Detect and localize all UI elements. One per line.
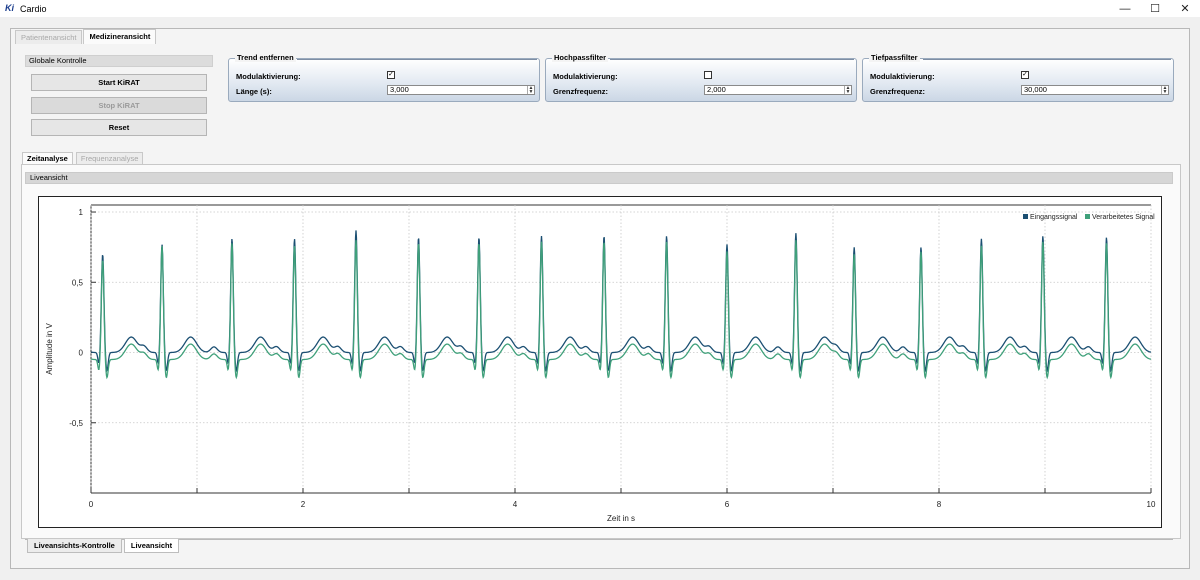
live-view-header: Liveansicht	[25, 172, 1173, 184]
x-tick-label: 10	[1147, 500, 1156, 509]
minimize-button[interactable]: —	[1110, 0, 1140, 17]
lowpass-cutoff-spinbox[interactable]: 30,000 ▲ ▼	[1021, 85, 1169, 95]
legend-label: Eingangssignal	[1030, 214, 1078, 221]
trend-length-value: 3,000	[390, 85, 409, 94]
highpass-cutoff-value: 2,000	[707, 85, 726, 94]
x-tick-label: 4	[513, 500, 518, 509]
y-tick-label: 0,5	[72, 278, 84, 287]
legend-swatch	[1023, 214, 1028, 219]
highpass-filter-title: Hochpassfilter	[552, 53, 609, 62]
highpass-module-checkbox[interactable]	[704, 71, 712, 79]
lowpass-module-checkbox[interactable]: ✓	[1021, 71, 1029, 79]
trend-length-spinbox[interactable]: 3,000 ▲ ▼	[387, 85, 535, 95]
spin-arrows-icon[interactable]: ▲ ▼	[527, 86, 534, 95]
trend-length-label: Länge (s):	[236, 87, 272, 96]
y-tick-label: 0	[79, 349, 84, 358]
window-controls: — ☐ ✕	[1110, 0, 1200, 17]
reset-button[interactable]: Reset	[31, 119, 207, 136]
lowpass-cutoff-value: 30,000	[1024, 85, 1047, 94]
legend-label: Verarbeitetes Signal	[1092, 214, 1155, 221]
ecg-chart-frame: 0 2 4 6 8 10 1 0,5 0 -0,5 Zeit in s Amplitude in V E…	[38, 196, 1162, 528]
highpass-cutoff-label: Grenzfrequenz:	[553, 87, 609, 96]
spin-arrows-icon[interactable]: ▲ ▼	[844, 86, 851, 95]
spin-arrows-icon[interactable]: ▲ ▼	[1161, 86, 1168, 95]
tab-patientenansicht[interactable]: Patientenansicht	[15, 30, 83, 44]
trend-filter-group: Trend entfernen Modulaktivierung: ✓ Läng…	[228, 53, 540, 102]
lowpass-filter-title: Tiefpassfilter	[869, 53, 920, 62]
x-tick-label: 0	[89, 500, 94, 509]
ecg-chart: 0 2 4 6 8 10 1 0,5 0 -0,5 Zeit in s Amplitude in V E…	[45, 204, 1156, 523]
series-line-verarbeitetes-signal	[90, 240, 1152, 380]
legend-swatch	[1085, 214, 1090, 219]
tab-medizineransicht[interactable]: Medizineransicht	[83, 29, 157, 44]
lowpass-module-label: Modulaktivierung:	[870, 72, 935, 81]
close-button[interactable]: ✕	[1170, 0, 1200, 17]
tab-zeitanalyse[interactable]: Zeitanalyse	[22, 152, 73, 164]
window-title: Cardio	[20, 3, 47, 14]
maximize-button[interactable]: ☐	[1140, 0, 1170, 17]
title-bar: Ki Cardio — ☐ ✕	[0, 0, 1200, 17]
trend-module-label: Modulaktivierung:	[236, 72, 301, 81]
start-kirat-button[interactable]: Start KiRAT	[31, 74, 207, 91]
lowpass-filter-group: Tiefpassfilter Modulaktivierung: ✓ Grenz…	[862, 53, 1174, 102]
x-tick-label: 2	[301, 500, 306, 509]
stop-kirat-button[interactable]: Stop KiRAT	[31, 97, 207, 114]
trend-filter-title: Trend entfernen	[235, 53, 296, 62]
global-control-header: Globale Kontrolle	[25, 55, 213, 67]
y-tick-label: -0,5	[69, 419, 83, 428]
x-tick-label: 6	[725, 500, 730, 509]
analysis-tabs: Zeitanalyse Frequenzanalyse	[22, 152, 146, 164]
lowpass-cutoff-label: Grenzfrequenz:	[870, 87, 926, 96]
highpass-filter-group: Hochpassfilter Modulaktivierung: Grenzfr…	[545, 53, 857, 102]
trend-module-checkbox[interactable]: ✓	[387, 71, 395, 79]
x-tick-label: 8	[937, 500, 942, 509]
y-axis-label: Amplitude in V	[45, 323, 54, 375]
view-tabs: Patientenansicht Medizineransicht	[15, 29, 157, 44]
x-axis-label: Zeit in s	[607, 514, 635, 523]
highpass-module-label: Modulaktivierung:	[553, 72, 618, 81]
tab-liveansicht[interactable]: Liveansicht	[123, 539, 180, 553]
tab-liveansichts-kontrolle[interactable]: Liveansichts-Kontrolle	[27, 539, 122, 553]
tab-frequenzanalyse[interactable]: Frequenzanalyse	[75, 152, 144, 164]
highpass-cutoff-spinbox[interactable]: 2,000 ▲ ▼	[704, 85, 852, 95]
y-tick-label: 1	[79, 208, 84, 217]
ki-logo-icon: Ki	[5, 3, 14, 13]
bottom-tabs: Liveansichts-Kontrolle Liveansicht	[27, 539, 181, 553]
